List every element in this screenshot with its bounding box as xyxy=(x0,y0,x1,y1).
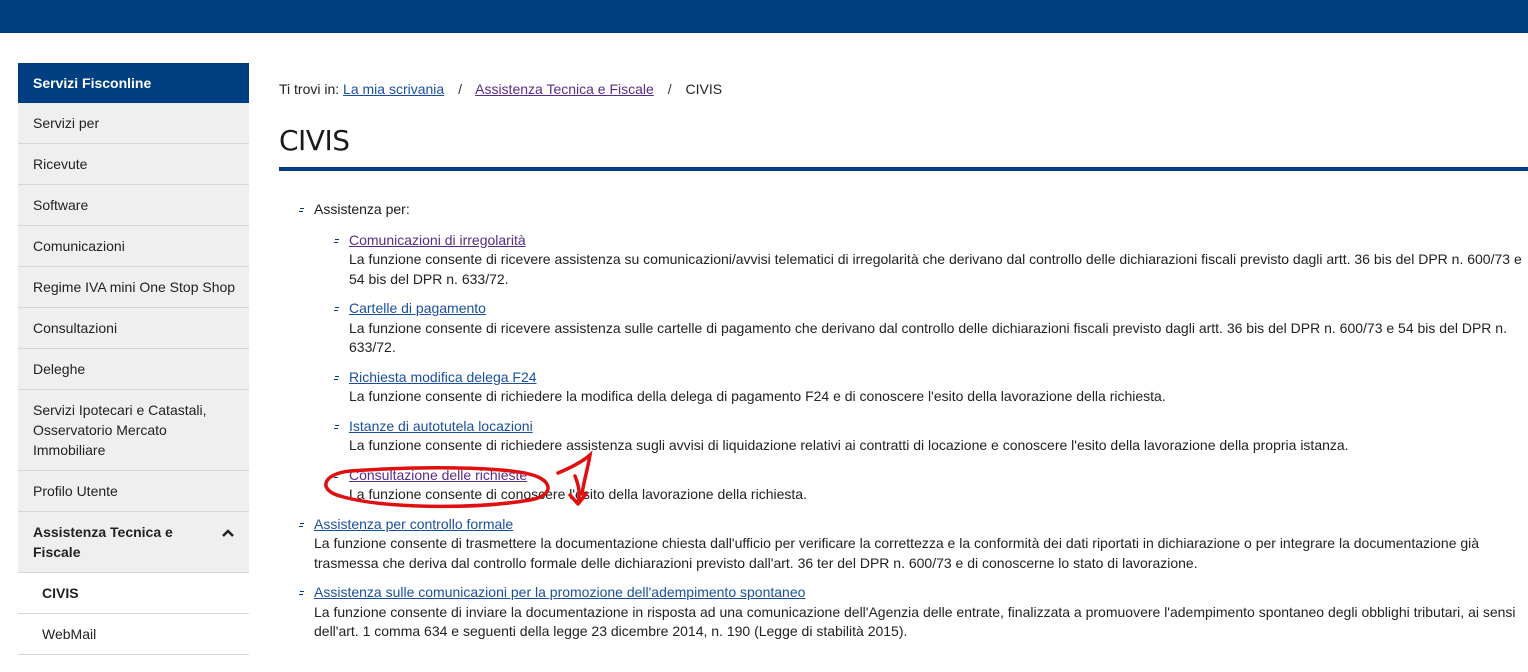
sidebar-item-assistenza-tecnica[interactable]: Assistenza Tecnica e Fiscale xyxy=(18,512,249,573)
item-description: La funzione consente di conoscere l'esit… xyxy=(349,486,807,502)
bullet-icon xyxy=(334,424,339,429)
bullet-icon xyxy=(299,522,304,527)
sidebar-item-label: Assistenza Tecnica e Fiscale xyxy=(33,524,173,560)
sidebar-subitem-webmail[interactable]: WebMail xyxy=(18,614,249,655)
main-content: Ti trovi in: La mia scrivania / Assisten… xyxy=(279,78,1528,642)
list-item-assistenza-per: Assistenza per: xyxy=(279,200,1528,220)
title-divider xyxy=(279,167,1528,171)
breadcrumb: Ti trovi in: La mia scrivania / Assisten… xyxy=(279,78,1528,100)
breadcrumb-current: CIVIS xyxy=(685,81,723,97)
list-item: Consultazione delle richieste La funzion… xyxy=(279,466,1528,505)
bullet-icon xyxy=(299,590,304,595)
item-description: La funzione consente di ricevere assiste… xyxy=(349,319,1507,356)
list-item-label: Assistenza per: xyxy=(314,201,410,217)
bullet-icon xyxy=(334,375,339,380)
page-title: CIVIS xyxy=(279,124,350,157)
chevron-up-icon[interactable] xyxy=(221,526,235,540)
bullet-icon xyxy=(299,207,304,212)
breadcrumb-prefix: Ti trovi in: xyxy=(279,81,340,97)
breadcrumb-separator: / xyxy=(458,81,462,97)
top-bar xyxy=(0,0,1528,33)
list-item: Assistenza per controllo formale La funz… xyxy=(279,515,1528,574)
breadcrumb-link-assistenza[interactable]: Assistenza Tecnica e Fiscale xyxy=(475,81,654,97)
sidebar-item-deleghe[interactable]: Deleghe xyxy=(18,349,249,390)
link-consultazione-richieste[interactable]: Consultazione delle richieste xyxy=(349,467,527,483)
sidebar-item-ricevute[interactable]: Ricevute xyxy=(18,144,249,185)
list-item: Assistenza sulle comunicazioni per la pr… xyxy=(279,583,1528,642)
sidebar-item-consultazioni[interactable]: Consultazioni xyxy=(18,308,249,349)
link-istanze-autotutela[interactable]: Istanze di autotutela locazioni xyxy=(349,418,533,434)
bullet-icon xyxy=(334,238,339,243)
sidebar-header: Servizi Fisconline xyxy=(18,63,249,103)
item-description: La funzione consente di trasmettere la d… xyxy=(314,535,1480,571)
link-controllo-formale[interactable]: Assistenza per controllo formale xyxy=(314,516,513,532)
breadcrumb-link-scrivania[interactable]: La mia scrivania xyxy=(343,81,444,97)
link-richiesta-modifica-f24[interactable]: Richiesta modifica delega F24 xyxy=(349,369,537,385)
sidebar: Servizi Fisconline Servizi per Ricevute … xyxy=(18,63,249,655)
item-description: La funzione consente di richiedere la mo… xyxy=(349,388,1166,404)
item-description: La funzione consente di inviare la docum… xyxy=(314,603,1516,640)
list-item: Istanze di autotutela locazioni La funzi… xyxy=(279,417,1528,456)
link-cartelle-pagamento[interactable]: Cartelle di pagamento xyxy=(349,300,486,316)
sidebar-item-software[interactable]: Software xyxy=(18,185,249,226)
breadcrumb-separator: / xyxy=(667,81,672,97)
bullet-icon xyxy=(334,473,339,478)
sidebar-item-comunicazioni[interactable]: Comunicazioni xyxy=(18,226,249,267)
sidebar-item-servizi-ipotecari[interactable]: Servizi Ipotecari e Catastali, Osservato… xyxy=(18,390,249,471)
list-item: Cartelle di pagamento La funzione consen… xyxy=(279,299,1528,358)
item-description: La funzione consente di richiedere assis… xyxy=(349,437,1349,453)
service-list: Assistenza per: Comunicazioni di irregol… xyxy=(279,200,1528,642)
list-item: Comunicazioni di irregolarità La funzion… xyxy=(279,231,1528,290)
link-adempimento-spontaneo[interactable]: Assistenza sulle comunicazioni per la pr… xyxy=(314,584,805,600)
sidebar-item-profilo-utente[interactable]: Profilo Utente xyxy=(18,471,249,512)
sidebar-subitem-civis[interactable]: CIVIS xyxy=(18,573,249,614)
list-item: Richiesta modifica delega F24 La funzion… xyxy=(279,368,1528,407)
link-comunicazioni-irregolarita[interactable]: Comunicazioni di irregolarità xyxy=(349,232,526,248)
sidebar-item-regime-iva[interactable]: Regime IVA mini One Stop Shop xyxy=(18,267,249,308)
bullet-icon xyxy=(334,306,339,311)
sidebar-item-servizi-per[interactable]: Servizi per xyxy=(18,103,249,144)
item-description: La funzione consente di ricevere assiste… xyxy=(349,251,1522,287)
